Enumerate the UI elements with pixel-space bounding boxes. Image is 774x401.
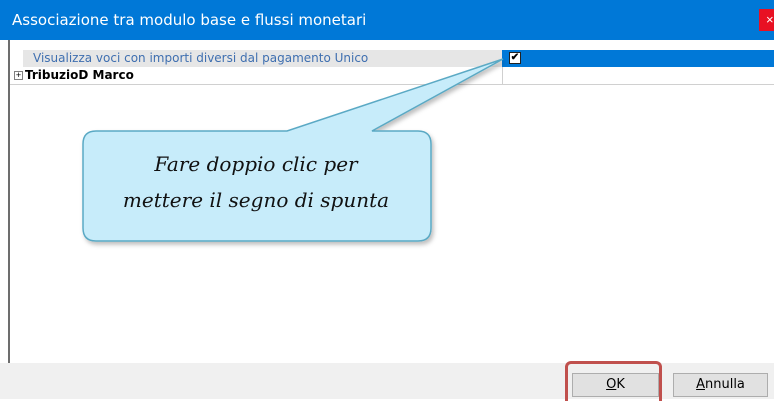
grid-row-person[interactable]: + TribuzioD Marco xyxy=(10,67,774,85)
ok-highlight-frame xyxy=(565,361,662,401)
cancel-button[interactable]: Annulla xyxy=(673,373,768,397)
expand-icon[interactable]: + xyxy=(14,71,23,80)
title-bar: Associazione tra modulo base e flussi mo… xyxy=(0,0,774,40)
callout-line-2: mettere il segno di spunta xyxy=(122,188,390,212)
row-indent xyxy=(10,50,23,67)
option-checkbox[interactable]: ✔ xyxy=(509,52,521,64)
callout-line-1: Fare doppio clic per xyxy=(154,152,358,176)
cancel-label: nnulla xyxy=(704,377,745,392)
person-label: TribuzioD Marco xyxy=(25,68,134,82)
close-button[interactable]: × xyxy=(759,9,774,31)
option-value-cell[interactable]: ✔ xyxy=(502,50,774,67)
close-icon: × xyxy=(766,12,774,27)
callout-text: Fare doppio clic per mettere il segno di… xyxy=(82,146,430,218)
check-icon: ✔ xyxy=(510,52,520,63)
grid-row-option[interactable]: Visualizza voci con importi diversi dal … xyxy=(10,50,774,67)
option-label[interactable]: Visualizza voci con importi diversi dal … xyxy=(23,50,512,67)
cancel-mnemonic: A xyxy=(696,377,705,392)
window-title: Associazione tra modulo base e flussi mo… xyxy=(12,11,367,29)
column-divider xyxy=(502,67,503,84)
